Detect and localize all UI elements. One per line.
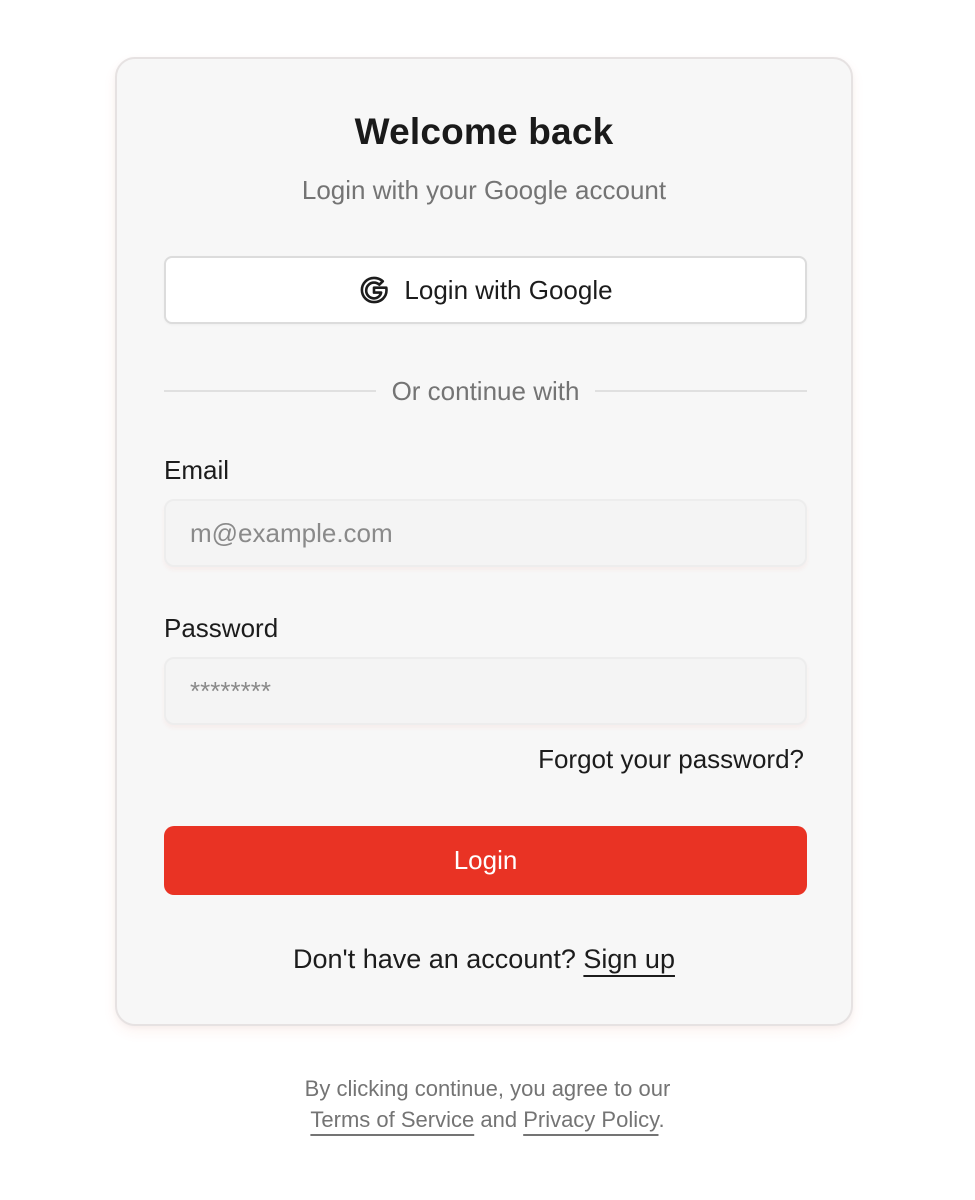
privacy-policy-link[interactable]: Privacy Policy — [523, 1107, 658, 1132]
legal-notice: By clicking continue, you agree to our T… — [0, 1073, 975, 1135]
page-title: Welcome back — [354, 111, 614, 152]
divider-line-right — [595, 390, 807, 392]
login-card: Welcome back Login with your Google acco… — [115, 57, 853, 1026]
email-label: Email — [164, 455, 230, 485]
signup-row: Don't have an account? Sign up — [117, 944, 851, 975]
login-button[interactable]: Login — [164, 826, 807, 895]
terms-of-service-link[interactable]: Terms of Service — [310, 1107, 474, 1132]
google-button-label: Login with Google — [404, 274, 613, 305]
forgot-password-link[interactable]: Forgot your password? — [538, 744, 804, 775]
or-divider: Or continue with — [164, 371, 807, 411]
divider-text: Or continue with — [391, 375, 580, 406]
legal-period: . — [658, 1107, 665, 1132]
email-field[interactable] — [164, 499, 807, 567]
legal-line-2: Terms of Service and Privacy Policy. — [0, 1104, 975, 1135]
password-label: Password — [164, 613, 279, 643]
login-with-google-button[interactable]: Login with Google — [164, 256, 807, 324]
legal-line-1: By clicking continue, you agree to our — [304, 1076, 671, 1101]
page-subtitle: Login with your Google account — [301, 175, 667, 205]
divider-line-left — [164, 390, 376, 392]
sign-up-link[interactable]: Sign up — [583, 944, 675, 974]
google-g-icon — [358, 274, 390, 306]
signup-prompt: Don't have an account? — [293, 944, 576, 974]
legal-and-text: and — [480, 1107, 518, 1132]
password-field[interactable] — [164, 657, 807, 725]
